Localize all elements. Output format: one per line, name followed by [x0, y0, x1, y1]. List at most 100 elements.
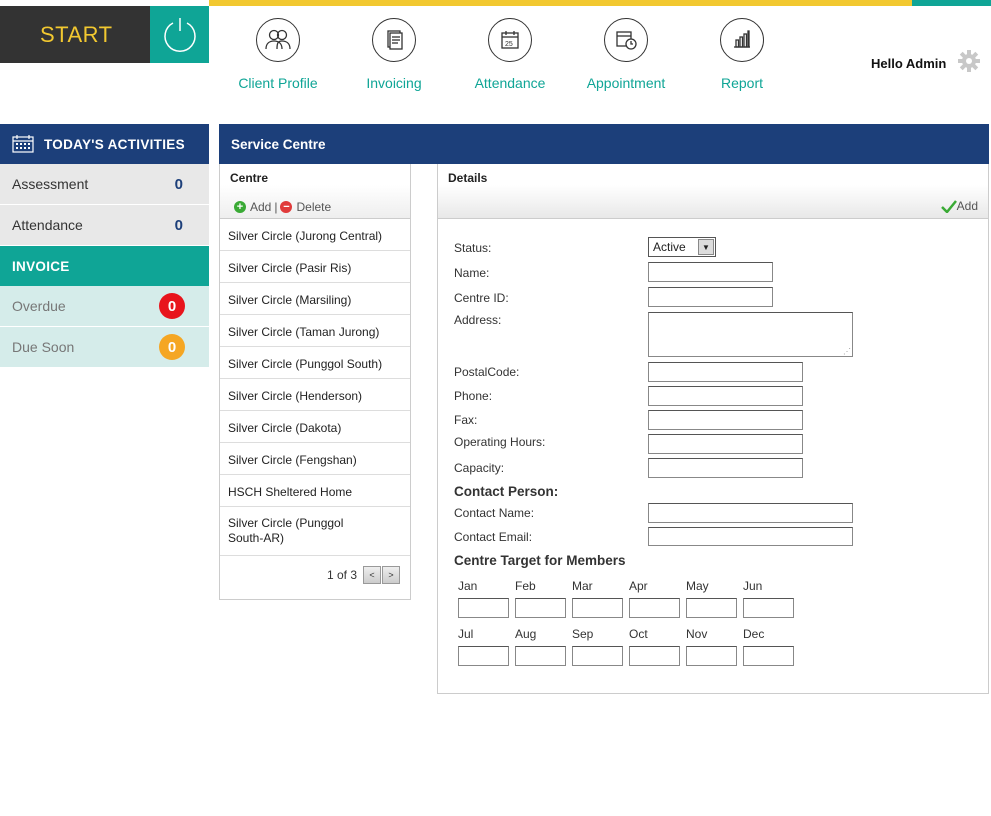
name-field[interactable]	[648, 262, 773, 282]
month-label: Dec	[743, 627, 765, 641]
nav-label: Attendance	[474, 75, 546, 91]
add-label: Add	[956, 199, 978, 213]
month-label: Jun	[743, 579, 763, 593]
nav-appointment[interactable]: Appointment	[568, 18, 684, 91]
centre-panel-title: Centre	[230, 171, 269, 185]
capacity-field[interactable]	[648, 458, 803, 478]
activity-count: 0	[174, 216, 183, 234]
target-mar-field[interactable]	[572, 598, 623, 618]
month-label: May	[686, 579, 709, 593]
hours-field[interactable]	[648, 434, 803, 454]
centre-list-item[interactable]: Silver Circle (Punggol South-AR)	[220, 507, 370, 554]
next-page-button[interactable]: >	[382, 566, 400, 584]
prev-page-button[interactable]: <	[363, 566, 381, 584]
add-centre-button[interactable]: + Add	[234, 200, 271, 214]
top-accent-bar-teal	[912, 0, 991, 6]
todays-activities-header: TODAY'S ACTIVITIES	[0, 124, 209, 164]
start-button[interactable]: START	[0, 6, 150, 63]
target-section-title: Centre Target for Members	[454, 553, 626, 568]
settings-button[interactable]	[957, 49, 981, 78]
phone-field[interactable]	[648, 386, 803, 406]
month-label: Aug	[515, 627, 537, 641]
centre-list-item[interactable]: Silver Circle (Taman Jurong)	[220, 315, 410, 347]
centre-id-field[interactable]	[648, 287, 773, 307]
contact-section-title: Contact Person:	[454, 484, 559, 499]
sidebar: TODAY'S ACTIVITIES Assessment 0 Attendan…	[0, 124, 209, 368]
centre-panel: Centre + Add | − Delete Silver Circle (J…	[219, 164, 411, 600]
month-label: Feb	[515, 579, 536, 593]
details-actions: Add	[438, 185, 988, 219]
bar-chart-icon	[720, 18, 764, 62]
contact-name-label: Contact Name:	[454, 506, 535, 520]
contact-email-field[interactable]	[648, 527, 853, 546]
centre-list-item[interactable]: Silver Circle (Fengshan)	[220, 443, 410, 475]
invoice-due-soon[interactable]: Due Soon 0	[0, 327, 209, 368]
target-jul-field[interactable]	[458, 646, 509, 666]
invoice-overdue[interactable]: Overdue 0	[0, 286, 209, 327]
status-select[interactable]: Active ▼	[648, 237, 716, 257]
details-panel: Details Add Status: Active ▼ Name: Centr…	[437, 164, 989, 694]
status-label: Status:	[454, 241, 492, 255]
add-details-button[interactable]: Add	[940, 199, 978, 213]
month-label: Mar	[572, 579, 593, 593]
contact-email-label: Contact Email:	[454, 530, 533, 544]
target-dec-field[interactable]	[743, 646, 794, 666]
contact-name-field[interactable]	[648, 503, 853, 523]
action-separator: |	[274, 200, 278, 214]
target-apr-field[interactable]	[629, 598, 680, 618]
top-accent-bar	[209, 0, 912, 6]
list-divider	[220, 555, 410, 556]
centre-list-item[interactable]: Silver Circle (Punggol South)	[220, 347, 410, 379]
target-jun-field[interactable]	[743, 598, 794, 618]
hours-label: Operating Hours:	[454, 435, 546, 449]
chevron-down-icon: ▼	[698, 239, 714, 255]
address-field[interactable]: ⋰	[648, 312, 853, 357]
target-aug-field[interactable]	[515, 646, 566, 666]
nav-client-profile[interactable]: Client Profile	[220, 18, 336, 91]
due-soon-badge: 0	[159, 334, 185, 360]
nav-label: Client Profile	[238, 75, 318, 91]
nav-report[interactable]: Report	[684, 18, 800, 91]
postal-field[interactable]	[648, 362, 803, 382]
nav-label: Appointment	[586, 75, 666, 91]
centre-list-item[interactable]: Silver Circle (Henderson)	[220, 379, 410, 411]
month-label: Sep	[572, 627, 594, 641]
delete-icon: −	[280, 201, 293, 213]
add-label: Add	[250, 200, 272, 214]
centre-list-item[interactable]: HSCH Sheltered Home	[220, 475, 410, 507]
nav-label: Invoicing	[366, 75, 422, 91]
target-oct-field[interactable]	[629, 646, 680, 666]
target-nov-field[interactable]	[686, 646, 737, 666]
pager: 1 of 3 < >	[327, 566, 400, 584]
greeting: Hello Admin	[871, 56, 947, 71]
invoice-label: Overdue	[12, 298, 66, 314]
target-jan-field[interactable]	[458, 598, 509, 618]
resize-handle-icon: ⋰	[843, 347, 851, 356]
month-label: Oct	[629, 627, 648, 641]
power-button[interactable]	[150, 6, 209, 63]
centre-list-item[interactable]: Silver Circle (Marsiling)	[220, 283, 410, 315]
target-feb-field[interactable]	[515, 598, 566, 618]
nav-label: Report	[720, 75, 764, 91]
activity-attendance[interactable]: Attendance 0	[0, 205, 209, 246]
fax-field[interactable]	[648, 410, 803, 430]
capacity-label: Capacity:	[454, 461, 505, 475]
nav-invoicing[interactable]: Invoicing	[336, 18, 452, 91]
users-icon	[256, 18, 300, 62]
month-label: Apr	[629, 579, 648, 593]
fax-label: Fax:	[454, 413, 478, 427]
checkmark-icon	[940, 199, 957, 213]
activities-title: TODAY'S ACTIVITIES	[44, 136, 185, 152]
nav-attendance[interactable]: 25 Attendance	[452, 18, 568, 91]
centre-list-item[interactable]: Silver Circle (Pasir Ris)	[220, 251, 410, 283]
target-sep-field[interactable]	[572, 646, 623, 666]
centre-list-item[interactable]: Silver Circle (Jurong Central)	[220, 219, 410, 251]
document-icon	[372, 18, 416, 62]
centre-list-item[interactable]: Silver Circle (Dakota)	[220, 411, 410, 443]
pager-text: 1 of 3	[326, 568, 357, 582]
address-label: Address:	[454, 313, 502, 327]
activity-assessment[interactable]: Assessment 0	[0, 164, 209, 205]
invoice-header: INVOICE	[0, 246, 209, 286]
delete-centre-button[interactable]: − Delete	[280, 200, 331, 214]
target-may-field[interactable]	[686, 598, 737, 618]
